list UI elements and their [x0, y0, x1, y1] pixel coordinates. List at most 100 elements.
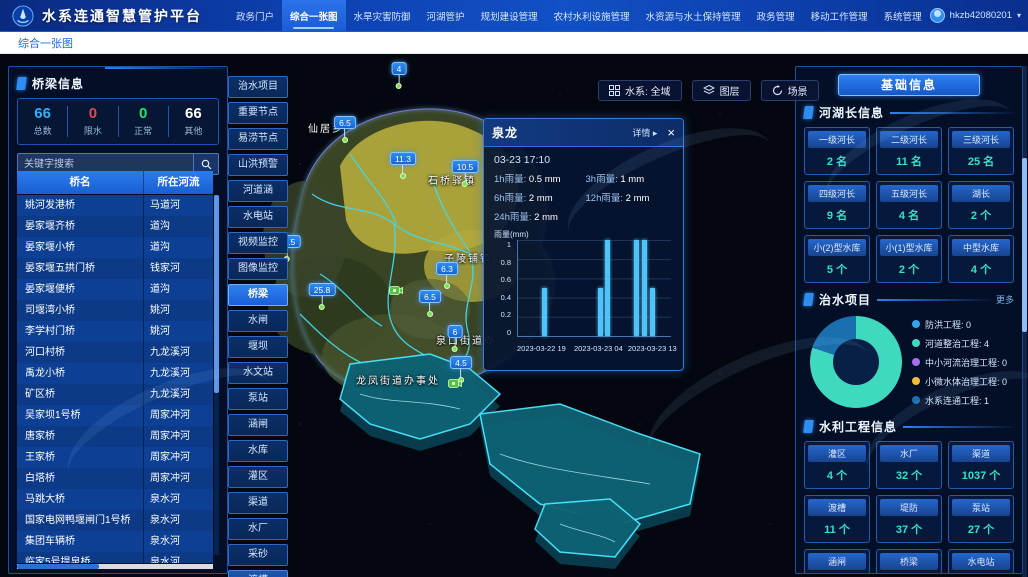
close-icon[interactable]: ×: [667, 126, 675, 139]
station-marker[interactable]: 4: [392, 62, 407, 89]
user-menu[interactable]: hkzb42080201 ▾: [930, 8, 1028, 23]
table-row[interactable]: 王家桥 周家冲河: [17, 447, 213, 468]
stat-tile: 渡槽 11 个: [804, 495, 870, 543]
layers-icon: [703, 85, 715, 96]
layer-menu-item[interactable]: 涵闸: [228, 414, 288, 436]
tile-label: 水电站: [952, 553, 1010, 570]
layer-menu-item[interactable]: 山洪预警: [228, 154, 288, 176]
layer-menu-item[interactable]: 河道涵: [228, 180, 288, 202]
layer-menu-item[interactable]: 水闸: [228, 310, 288, 332]
table-row[interactable]: 晏家堰小桥 道沟: [17, 237, 213, 258]
water-system-scope-button[interactable]: 水系: 全域: [598, 80, 682, 101]
layer-menu-item[interactable]: 渡槽: [228, 570, 288, 577]
tile-value: 4 名: [880, 202, 938, 225]
table-row[interactable]: 唐家桥 周家冲河: [17, 426, 213, 447]
nav-item[interactable]: 农村水利设施管理: [546, 0, 638, 31]
layer-menu-item[interactable]: 水库: [228, 440, 288, 462]
layer-menu-item[interactable]: 水电站: [228, 206, 288, 228]
projects-more-link[interactable]: 更多: [996, 293, 1014, 306]
station-marker[interactable]: 6: [448, 325, 463, 352]
table-row[interactable]: 矿区桥 九龙溪河: [17, 384, 213, 405]
station-marker[interactable]: 11.3: [390, 152, 416, 179]
bridge-table: 姚河发港桥 马道河 晏家堰齐桥 道沟 晏家堰小桥 道沟 晏家堰五拱门桥 钱家河 …: [17, 195, 213, 563]
table-row[interactable]: 国家电网鸭堰闸门1号桥 泉水河: [17, 510, 213, 531]
legend-item: 中小河流治理工程: 0: [912, 356, 1007, 369]
stat-tile: 渠道 1037 个: [948, 441, 1014, 489]
station-marker[interactable]: 6.3: [436, 262, 458, 289]
nav-item[interactable]: 水旱灾害防御: [346, 0, 419, 31]
nav-item[interactable]: 系统管理: [876, 0, 930, 31]
water-system-scope-label: 水系: 全域: [625, 83, 671, 98]
breadcrumb-bar: 综合一张图: [0, 32, 1028, 54]
layer-menu-item[interactable]: 采砂: [228, 544, 288, 566]
scene-button[interactable]: 场景: [761, 80, 819, 101]
layer-menu-item[interactable]: 重要节点: [228, 102, 288, 124]
table-row[interactable]: 晏家堰齐桥 道沟: [17, 216, 213, 237]
table-row[interactable]: 临家5号提泉桥 泉水河: [17, 552, 213, 563]
legend-dot: [912, 377, 920, 385]
bridge-name-cell: 吴家坝1号桥: [17, 405, 143, 426]
table-vertical-scrollbar[interactable]: [214, 195, 219, 555]
breadcrumb[interactable]: 综合一张图: [18, 35, 73, 51]
station-marker[interactable]: 6.5: [334, 116, 356, 143]
camera-icon[interactable]: [389, 283, 403, 301]
layer-menu-item[interactable]: 堰坝: [228, 336, 288, 358]
stat-tile: 桥梁 66 个: [876, 549, 942, 574]
layer-menu-item[interactable]: 泵站: [228, 388, 288, 410]
layer-menu-item[interactable]: 易涝节点: [228, 128, 288, 150]
layer-menu-item[interactable]: 视频监控: [228, 232, 288, 254]
marker-dot: [427, 311, 433, 317]
layer-menu-item[interactable]: 灌区: [228, 466, 288, 488]
table-row[interactable]: 吴家坝1号桥 周家冲河: [17, 405, 213, 426]
tile-label: 湖长: [952, 185, 1010, 202]
table-row[interactable]: 禹龙小桥 九龙溪河: [17, 363, 213, 384]
nav-item[interactable]: 综合一张图: [282, 0, 346, 31]
popup-title: 泉龙: [492, 124, 518, 141]
bridge-panel-title: 桥梁信息: [32, 75, 84, 92]
table-row[interactable]: 河口村桥 九龙溪河: [17, 342, 213, 363]
chevron-down-icon: ▾: [1017, 11, 1021, 20]
metric-label: 12h雨量:: [586, 193, 626, 204]
layer-menu-item[interactable]: 桥梁: [228, 284, 288, 306]
popup-detail-link[interactable]: 详情 ▸: [632, 126, 657, 139]
nav-item[interactable]: 水资源与水土保持管理: [638, 0, 749, 31]
tab-basic-info[interactable]: 基础信息: [838, 74, 980, 96]
station-marker[interactable]: 6.5: [419, 290, 441, 317]
nav-item[interactable]: 移动工作管理: [803, 0, 876, 31]
layer-menu-item[interactable]: 水文站: [228, 362, 288, 384]
river-cell: 泉水河: [143, 489, 213, 510]
nav-item[interactable]: 河湖管护: [419, 0, 473, 31]
nav-item[interactable]: 规划建设管理: [473, 0, 546, 31]
rain-chart-ylabel: 雨量(mm): [494, 229, 529, 240]
table-row[interactable]: 集团车辆桥 泉水河: [17, 531, 213, 552]
table-row[interactable]: 白塔桥 周家冲河: [17, 468, 213, 489]
layers-button[interactable]: 图层: [692, 80, 751, 101]
metric-label: 3h雨量:: [586, 174, 621, 185]
marker-stem: [446, 275, 447, 283]
table-row[interactable]: 李学村门桥 姚河: [17, 321, 213, 342]
table-row[interactable]: 司堰湾小桥 姚河: [17, 300, 213, 321]
table-row[interactable]: 晏家堰便桥 道沟: [17, 279, 213, 300]
river-cell: 九龙溪河: [143, 384, 213, 405]
station-marker[interactable]: 25.8: [309, 283, 336, 310]
stat-label: 其他: [169, 124, 218, 137]
layer-menu-item[interactable]: 水厂: [228, 518, 288, 540]
table-row[interactable]: 晏家堰五拱门桥 钱家河: [17, 258, 213, 279]
nav-item[interactable]: 政务管理: [749, 0, 803, 31]
layer-menu-item[interactable]: 治水项目: [228, 76, 288, 98]
layer-menu-item[interactable]: 渠道: [228, 492, 288, 514]
section-accent-icon: [803, 106, 814, 119]
station-marker[interactable]: 10.5: [452, 160, 479, 187]
camera-icon[interactable]: [448, 376, 462, 394]
table-row[interactable]: 马跳大桥 泉水河: [17, 489, 213, 510]
river-cell: 道沟: [143, 279, 213, 300]
nav-item[interactable]: 政务门户: [228, 0, 282, 31]
rain-chart-ytick: 0.8: [501, 258, 511, 267]
table-row[interactable]: 姚河发港桥 马道河: [17, 195, 213, 216]
page-scrollbar[interactable]: [1022, 66, 1027, 577]
stat-tile: 一级河长 2 名: [804, 127, 870, 175]
tile-value: 66 个: [880, 570, 938, 574]
rain-chart-xtick: 2023-03-22 19: [517, 344, 566, 353]
layer-menu-item[interactable]: 图像监控: [228, 258, 288, 280]
table-horizontal-scrollbar[interactable]: [17, 564, 213, 569]
